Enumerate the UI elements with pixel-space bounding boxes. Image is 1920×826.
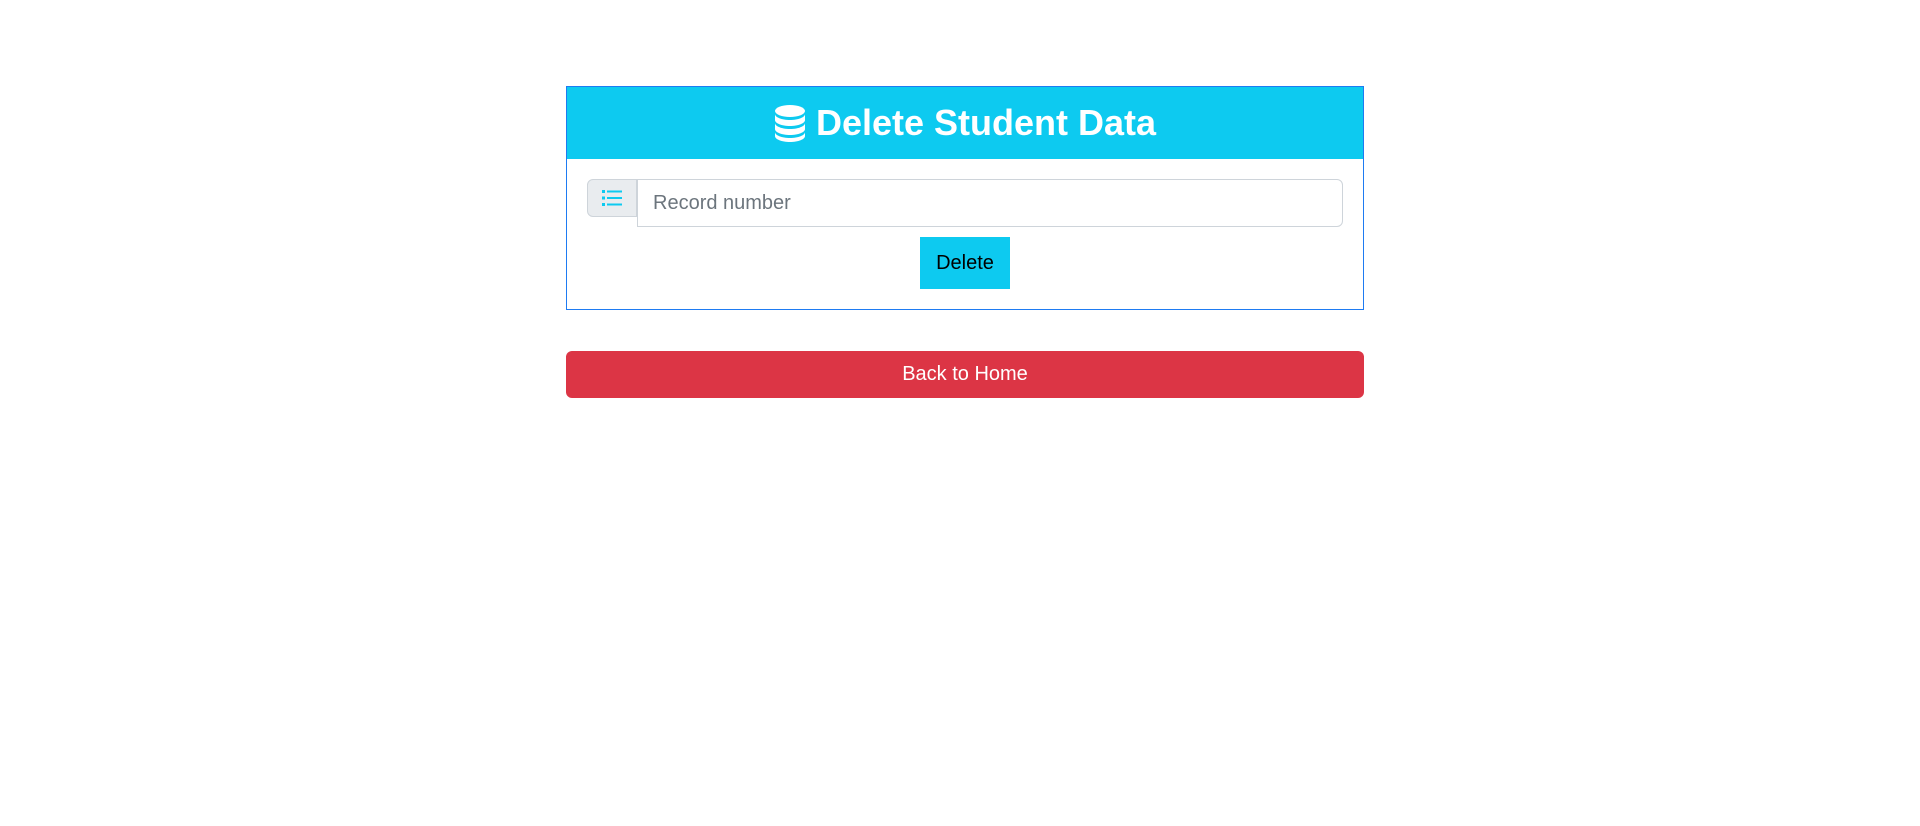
page: Delete Student Data Delete — [0, 0, 1920, 826]
record-number-input[interactable] — [637, 179, 1343, 227]
database-icon — [774, 104, 806, 142]
list-icon — [587, 179, 637, 217]
delete-button-row: Delete — [587, 237, 1343, 289]
card-header: Delete Student Data — [567, 87, 1363, 159]
delete-student-card: Delete Student Data Delete — [566, 86, 1364, 310]
delete-button[interactable]: Delete — [920, 237, 1010, 289]
record-input-group — [587, 179, 1343, 227]
back-to-home-button[interactable]: Back to Home — [566, 351, 1364, 398]
card-body: Delete — [567, 159, 1363, 289]
page-title: Delete Student Data — [815, 102, 1157, 143]
